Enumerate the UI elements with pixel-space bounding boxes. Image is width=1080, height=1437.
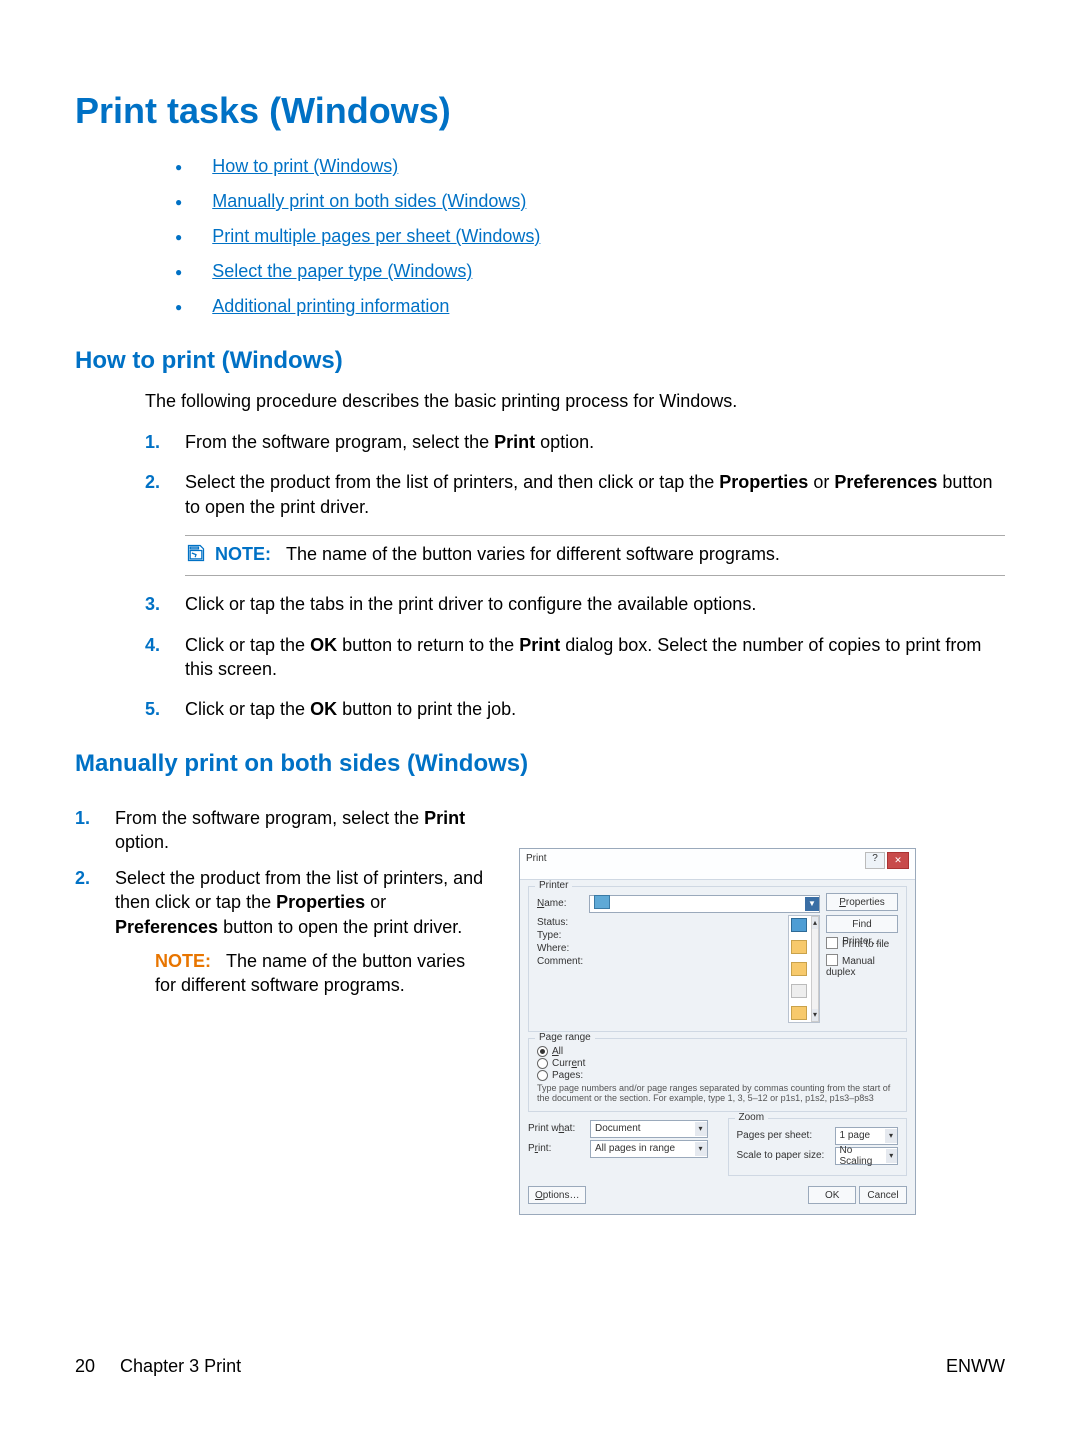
group-legend: Zoom bbox=[735, 1112, 769, 1123]
print-label: Print: bbox=[528, 1143, 584, 1154]
section-intro: The following procedure describes the ba… bbox=[145, 389, 1005, 414]
arrow-up-icon: ▴ bbox=[812, 917, 818, 929]
toc-link[interactable]: How to print (Windows) bbox=[212, 156, 398, 176]
scale-label: Scale to paper size: bbox=[737, 1150, 829, 1161]
step: Click or tap the tabs in the print drive… bbox=[145, 592, 1005, 616]
dialog-titlebar: Print ? ✕ bbox=[520, 849, 915, 880]
comment-label: Comment: bbox=[537, 956, 583, 967]
radio-pages[interactable]: Pages: bbox=[537, 1070, 898, 1081]
page-title: Print tasks (Windows) bbox=[75, 90, 1005, 132]
footer-right: ENWW bbox=[946, 1356, 1005, 1377]
printer-name-select[interactable]: ▼ bbox=[589, 895, 820, 913]
section-heading: How to print (Windows) bbox=[75, 347, 1005, 375]
note-prefix: NOTE: bbox=[155, 951, 211, 971]
chapter-label: Chapter 3 Print bbox=[120, 1356, 241, 1376]
step: Click or tap the OK button to return to … bbox=[145, 633, 1005, 682]
dropdown-arrow-icon: ▼ bbox=[805, 897, 819, 911]
step: Click or tap the OK button to print the … bbox=[145, 697, 1005, 721]
pages-per-sheet-label: Pages per sheet: bbox=[737, 1130, 829, 1141]
where-label: Where: bbox=[537, 943, 583, 954]
properties-button[interactable]: Properties bbox=[826, 893, 898, 911]
toc-link[interactable]: Manually print on both sides (Windows) bbox=[212, 191, 526, 211]
printer-icon bbox=[791, 940, 807, 954]
printer-icon bbox=[791, 918, 807, 932]
ok-button[interactable]: OK bbox=[808, 1186, 856, 1204]
step: From the software program, select the Pr… bbox=[145, 430, 1005, 454]
dialog-title: Print bbox=[526, 853, 547, 864]
printer-group: Printer Name: ▼ bbox=[528, 886, 907, 1032]
pagerange-hint: Type page numbers and/or page ranges sep… bbox=[537, 1083, 898, 1103]
page-footer: 20 Chapter 3 Print ENWW bbox=[75, 1356, 1005, 1377]
scrollbar[interactable]: ▴ ▾ bbox=[811, 916, 819, 1022]
scale-select[interactable]: No Scaling▾ bbox=[835, 1147, 899, 1165]
note-text: The name of the button varies for differ… bbox=[286, 544, 780, 564]
printer-icon bbox=[791, 962, 807, 976]
help-button[interactable]: ? bbox=[865, 852, 885, 869]
options-button[interactable]: Options… bbox=[528, 1186, 586, 1204]
note-prefix: NOTE: bbox=[215, 544, 271, 564]
status-label: Status: bbox=[537, 917, 583, 928]
name-label: Name: bbox=[537, 898, 583, 909]
step: From the software program, select the Pr… bbox=[75, 806, 489, 855]
printer-icon bbox=[791, 984, 807, 998]
print-dialog: Print ? ✕ Printer Name: bbox=[519, 848, 916, 1215]
type-label: Type: bbox=[537, 930, 583, 941]
manual-duplex-checkbox[interactable]: Manual duplex bbox=[826, 954, 898, 978]
steps-list: From the software program, select the Pr… bbox=[145, 430, 1005, 519]
pagerange-group: Page range All Current Pages: Type page … bbox=[528, 1038, 907, 1112]
steps-list: From the software program, select the Pr… bbox=[75, 806, 489, 998]
print-what-select[interactable]: Document▾ bbox=[590, 1120, 708, 1138]
steps-list-cont: Click or tap the tabs in the print drive… bbox=[145, 592, 1005, 721]
find-printer-button[interactable]: Find Printer… bbox=[826, 915, 898, 933]
radio-all[interactable]: All bbox=[537, 1046, 898, 1057]
note-callout: NOTE: The name of the button varies for … bbox=[185, 535, 1005, 576]
step: Select the product from the list of prin… bbox=[145, 470, 1005, 519]
print-range-select[interactable]: All pages in range▾ bbox=[590, 1140, 708, 1158]
printer-icon bbox=[791, 1006, 807, 1020]
cancel-button[interactable]: Cancel bbox=[859, 1186, 907, 1204]
page-number: 20 bbox=[75, 1356, 95, 1376]
print-what-label: Print what: bbox=[528, 1123, 584, 1134]
toc-link[interactable]: Select the paper type (Windows) bbox=[212, 261, 472, 281]
note-icon bbox=[185, 543, 207, 569]
print-to-file-checkbox[interactable]: Print to file bbox=[826, 937, 898, 950]
table-of-contents: How to print (Windows) Manually print on… bbox=[175, 156, 1005, 317]
step: Select the product from the list of prin… bbox=[75, 866, 489, 997]
group-legend: Page range bbox=[535, 1032, 595, 1043]
pages-per-sheet-select[interactable]: 1 page▾ bbox=[835, 1127, 899, 1145]
group-legend: Printer bbox=[535, 880, 572, 891]
close-button[interactable]: ✕ bbox=[887, 852, 909, 869]
arrow-down-icon: ▾ bbox=[812, 1009, 818, 1021]
section-heading: Manually print on both sides (Windows) bbox=[75, 750, 1005, 778]
radio-current[interactable]: Current bbox=[537, 1058, 898, 1069]
toc-link[interactable]: Print multiple pages per sheet (Windows) bbox=[212, 226, 540, 246]
printer-icon bbox=[594, 895, 610, 909]
toc-link[interactable]: Additional printing information bbox=[212, 296, 449, 316]
